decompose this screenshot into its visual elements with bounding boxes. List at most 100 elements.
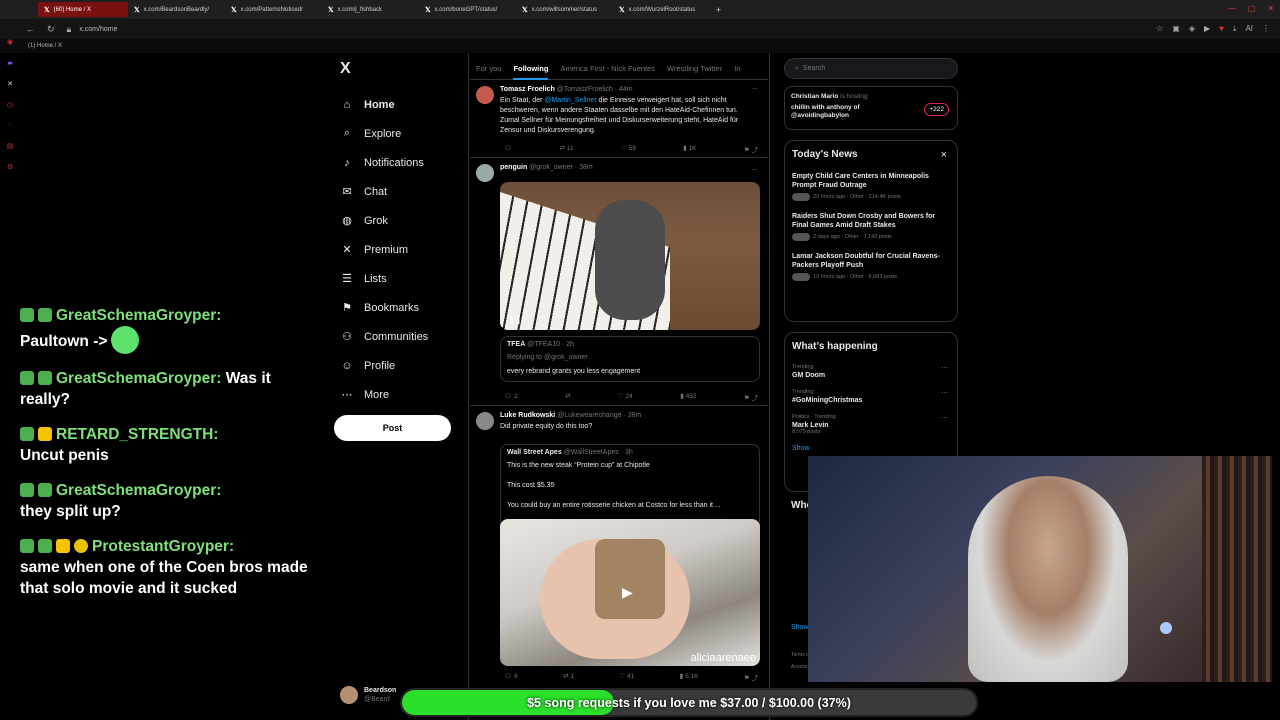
nav-notifications[interactable]: ♪ Notifications [340, 148, 428, 177]
bookmark-icon[interactable]: ⚑ ⤴ [744, 672, 758, 682]
nav-grok[interactable]: ◍ Grok [340, 206, 428, 235]
repost-button[interactable]: ⇄ [565, 392, 570, 402]
reply-button[interactable]: 💬︎ 2 [504, 392, 518, 402]
tab-home[interactable]: 𝕏 (60) Home / X [38, 2, 128, 17]
tab-america-first[interactable]: America First - Nick Fuentes [560, 58, 655, 79]
tab-patterns[interactable]: 𝕏x.com/PatternsNoticed/ [225, 2, 322, 17]
maximize-icon[interactable]: ▢ [1248, 4, 1256, 13]
trend-item[interactable]: Politics · Trending Mark Levin 8,075 posts… [792, 414, 950, 435]
tab-bonegpt[interactable]: 𝕏x.com/boneGPT/status/ [419, 2, 516, 17]
like-button[interactable]: ♡ 59 [621, 144, 636, 154]
repost-button[interactable]: ⇄ 11 [560, 144, 574, 154]
more-icon[interactable]: ⋯ [941, 364, 948, 372]
rail-app-icon[interactable]: ◉ [7, 38, 13, 46]
more-icon[interactable]: ⋯ [941, 389, 948, 397]
tweet-handle[interactable]: @grok_owner · 38m [529, 164, 593, 171]
reload-icon[interactable]: ↻ [47, 24, 55, 35]
tweet-author[interactable]: Luke Rudkowski [500, 412, 555, 419]
download-icon[interactable]: ⤓ [1233, 24, 1237, 34]
footer-accessibility[interactable]: Access [791, 664, 807, 670]
new-tab-button[interactable]: + [716, 5, 721, 15]
rail-clock-icon[interactable]: ◷ [7, 101, 13, 109]
nav-profile[interactable]: ☺ Profile [340, 351, 428, 380]
quote-tweet[interactable]: TFEA @TFEA10 · 2h Replying to @grok_owne… [500, 336, 760, 382]
nav-communities[interactable]: ⚇ Communities [340, 322, 428, 351]
like-button[interactable]: ♡ 24 [618, 392, 633, 402]
quote-handle[interactable]: @TFEA10 · 2h [527, 341, 574, 348]
trend-item[interactable]: Trending #GoMiningChristmas ⋯ [792, 389, 950, 404]
reply-button[interactable]: 💬︎ [504, 144, 512, 154]
tweet-handle[interactable]: @TomaszFroelich · 44m [557, 86, 633, 93]
reply-button[interactable]: 💬︎ 6 [504, 672, 518, 682]
live-space-card[interactable]: Christian Mario is hosting chillin with … [784, 86, 958, 130]
shield-icon[interactable]: ◈ [1189, 24, 1195, 34]
mention-link[interactable]: @Martin_Sellner [544, 97, 596, 104]
account-switcher[interactable]: Beardson @Beard [340, 686, 396, 704]
more-icon[interactable]: ⋯ [751, 166, 758, 174]
post-button[interactable]: Post [334, 415, 451, 441]
rail-circle-icon[interactable]: ◌ [8, 122, 12, 129]
extensions-icon[interactable]: ▣ [1172, 24, 1180, 34]
show-more-link[interactable]: Show [792, 445, 950, 452]
tweet-handle[interactable]: @Lukewearechange · 38m [557, 412, 641, 419]
tweet-author[interactable]: penguin [500, 164, 527, 171]
bookmark-star-icon[interactable]: ☆ [1156, 24, 1163, 34]
close-icon[interactable]: × [941, 149, 947, 161]
tab-wrestling-twitter[interactable]: Wrestling Twitter [667, 58, 722, 79]
tab-fishback[interactable]: 𝕏x.com/j_fishback [322, 2, 419, 17]
minimize-icon[interactable]: — [1228, 4, 1236, 13]
heart-icon[interactable]: ♥ [1219, 24, 1224, 34]
quote-author[interactable]: Wall Street Apes [507, 449, 562, 456]
nav-explore[interactable]: ⌕ Explore [340, 119, 428, 148]
play-icon[interactable]: ▶ [1204, 24, 1210, 34]
bookmark-icon[interactable]: ⚑ ⤴ [744, 144, 758, 154]
pause-icon[interactable]: ❚❚ [508, 315, 521, 324]
rail-page-icon[interactable]: ▤ [7, 142, 14, 150]
close-window-icon[interactable]: ✕ [1267, 4, 1274, 13]
nav-premium[interactable]: ✕ Premium [340, 235, 428, 264]
quote-video[interactable]: ▶ aliciaarenaee [500, 519, 760, 666]
bookmark-icon[interactable]: ⚑ ⤴ [744, 392, 758, 402]
views-button[interactable]: ▮ 5.1K [680, 672, 699, 682]
x-logo[interactable]: X [340, 60, 351, 78]
nav-bookmarks[interactable]: ⚑ Bookmarks [340, 293, 428, 322]
nav-home[interactable]: ⌂ Home [340, 90, 428, 119]
tab-willsommer[interactable]: 𝕏x.com/willsommer/status [516, 2, 613, 17]
bookmark-home[interactable]: (1) Home / X [28, 43, 62, 49]
rail-x-icon[interactable]: ✕ [7, 80, 13, 88]
news-item[interactable]: Empty Child Care Centers in Minneapolis … [792, 172, 950, 201]
repost-button[interactable]: ⇄ 1 [563, 672, 574, 682]
tab-more[interactable]: In [734, 58, 740, 79]
quote-tweet[interactable]: Wall Street Apes @WallStreetApes · 3h Th… [500, 444, 760, 666]
nav-chat[interactable]: ✉ Chat [340, 177, 428, 206]
tweet-author[interactable]: Tomasz Froelich [500, 86, 555, 93]
views-button[interactable]: ▮ 452 [680, 392, 696, 402]
tweet[interactable]: Luke Rudkowski @Lukewearechange · 38m Di… [470, 408, 768, 698]
tweet-video[interactable]: ❚❚ [500, 182, 760, 330]
menu-icon[interactable]: ⋮ [1262, 24, 1270, 34]
views-button[interactable]: ▮ 1K [683, 144, 696, 154]
url-field[interactable]: x.com/home [79, 26, 117, 33]
news-item[interactable]: Raiders Shut Down Crosby and Bowers for … [792, 212, 950, 241]
ai-button[interactable]: AI [1245, 24, 1253, 34]
more-icon[interactable]: ⋯ [941, 414, 948, 422]
quote-handle[interactable]: @WallStreetApes · 3h [564, 449, 633, 456]
trend-item[interactable]: Trending GM Doom ⋯ [792, 364, 950, 379]
rail-gear-icon[interactable]: ⚙ [7, 163, 13, 171]
tab-for-you[interactable]: For you [476, 58, 501, 79]
tab-wurzelroot[interactable]: 𝕏x.com/WurzelRoot/status [613, 2, 710, 17]
nav-lists[interactable]: ☰ Lists [340, 264, 428, 293]
tweet[interactable]: penguin @grok_owner · 38m ⋯ ❚❚ TFEA @TFE… [470, 160, 768, 406]
play-icon[interactable]: ▶ [622, 584, 633, 601]
tab-following[interactable]: Following [513, 58, 549, 80]
tweet[interactable]: Tomasz Froelich @TomaszFroelich · 44m ⋯ … [470, 82, 768, 158]
tab-beardson[interactable]: 𝕏x.com/BeardsonBeardly/ [128, 2, 225, 17]
show-more-link[interactable]: Show [791, 624, 809, 631]
like-button[interactable]: ♡ 41 [619, 672, 634, 682]
quote-author[interactable]: TFEA [507, 341, 525, 348]
back-icon[interactable]: ← [26, 24, 35, 35]
search-input[interactable]: ⌕ Search [784, 58, 958, 79]
footer-terms[interactable]: Terms o [791, 652, 809, 658]
more-icon[interactable]: ⋯ [751, 85, 758, 93]
nav-more[interactable]: ⋯ More [340, 380, 428, 409]
